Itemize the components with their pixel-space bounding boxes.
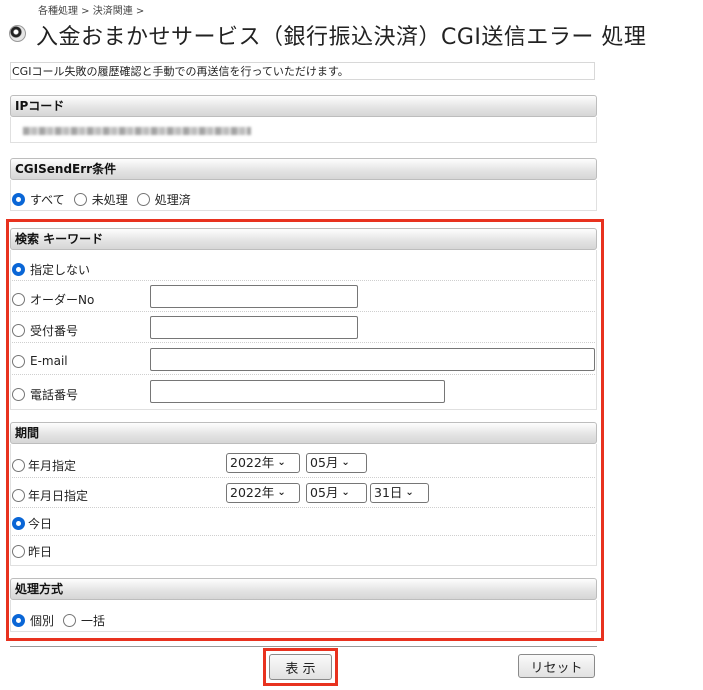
page-title: 入金おまかせサービス（銀行振込決済）CGI送信エラー 処理 (36, 25, 647, 50)
ip-code-value-redacted (23, 127, 251, 135)
cgi-section-header: CGISendErr条件 (10, 158, 597, 180)
cgi-radio-processed[interactable] (136, 193, 150, 206)
ip-section-header: IPコード (10, 95, 597, 117)
description-box: CGIコール失敗の履歴確認と手動での再送信を行っていただけます。 (10, 62, 595, 80)
ip-section-title: IPコード (15, 99, 65, 113)
show-button-highlight (263, 648, 338, 686)
cgi-label-all: すべて (30, 193, 65, 207)
cgi-radio-all[interactable] (12, 193, 25, 206)
cgi-section-title: CGISendErr条件 (15, 162, 117, 176)
description-text: CGIコール失敗の履歴確認と手動での再送信を行っていただけます。 (12, 65, 349, 78)
breadcrumb: 各種処理 > 決済関連 > (38, 6, 145, 17)
cgi-radio-unprocessed[interactable] (73, 193, 87, 206)
reset-button[interactable]: リセット (518, 654, 595, 678)
reset-button-label: リセット (530, 660, 583, 676)
search-criteria-highlight (6, 219, 604, 641)
cgi-label-unprocessed: 未処理 (91, 193, 128, 207)
footer-divider (10, 646, 597, 647)
cgi-label-processed: 処理済 (154, 193, 191, 207)
title-bullet-icon (9, 25, 26, 42)
cgi-condition-radio-group: すべて 未処理 処理済 (12, 191, 191, 208)
